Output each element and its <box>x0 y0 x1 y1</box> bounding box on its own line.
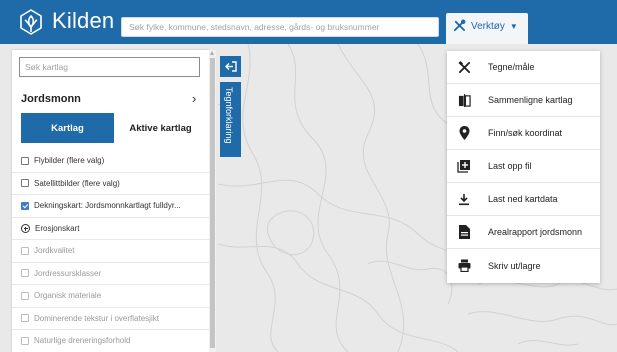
tab-aktive-kartlag[interactable]: Aktive kartlag <box>114 113 207 143</box>
layer-item[interactable]: Satellittbilder (flere valg) <box>12 173 209 195</box>
layer-label: Flybilder (flere valg) <box>34 156 105 166</box>
layer-label: Dominerende tekstur i overflatesjikt <box>34 313 159 323</box>
layer-item[interactable]: Organisk materiale <box>12 285 209 308</box>
menu-item-label: Last ned kartdata <box>488 194 558 204</box>
tools-dropdown-menu: Tegne/måle Sammenligne kartlag Finn/søk … <box>447 51 600 283</box>
checkbox[interactable] <box>21 269 29 278</box>
menu-item-label: Last opp fil <box>488 161 532 171</box>
layer-label: Erosjonskart <box>35 223 80 233</box>
legend-tab[interactable]: Tegnforklaring <box>220 82 241 157</box>
collapse-left-icon <box>224 61 237 72</box>
legend-tab-label: Tegnforklaring <box>224 87 234 144</box>
location-search-input[interactable] <box>121 17 439 37</box>
kilden-logo-icon[interactable] <box>16 7 46 37</box>
layer-group-item[interactable]: Erosjonskart <box>12 218 209 240</box>
expand-plus-icon[interactable] <box>21 223 30 233</box>
layer-item[interactable]: Dekningskart: Jordsmonnkartlagt fulldyr.… <box>12 195 209 218</box>
checkbox-checked[interactable] <box>21 201 29 210</box>
chevron-down-icon: ▼ <box>509 22 518 31</box>
menu-item-label: Tegne/måle <box>488 62 535 72</box>
panel-tabs: Kartlag Aktive kartlag <box>21 113 207 143</box>
category-title[interactable]: Jordsmonn <box>21 93 81 105</box>
layer-label: Naturlige dreneringsforhold <box>34 336 131 346</box>
layer-item[interactable]: Dominerende tekstur i overflatesjikt <box>12 308 209 330</box>
checkbox[interactable] <box>21 336 29 345</box>
layer-panel: Jordsmonn › Kartlag Aktive kartlag Flybi… <box>12 50 209 352</box>
layer-item[interactable]: Jordressursklasser <box>12 263 209 285</box>
tools-icon <box>453 19 466 32</box>
map-pin-icon <box>457 126 471 140</box>
print-icon <box>457 259 471 273</box>
menu-item-label: Finn/søk koordinat <box>488 128 563 138</box>
layer-item[interactable]: Flybilder (flere valg) <box>12 150 209 173</box>
collapse-panel-button[interactable] <box>220 56 241 77</box>
scroll-thumb[interactable] <box>210 58 215 348</box>
checkbox[interactable] <box>21 291 29 300</box>
menu-item-tegne-male[interactable]: Tegne/måle <box>447 51 600 84</box>
layer-label: Jordkvalitet <box>34 246 75 256</box>
draw-measure-icon <box>457 60 471 74</box>
checkbox[interactable] <box>21 179 29 188</box>
checkbox[interactable] <box>21 246 29 255</box>
layer-list: Flybilder (flere valg) Satellittbilder (… <box>12 150 209 352</box>
menu-item-finn-sok-koordinat[interactable]: Finn/søk koordinat <box>447 117 600 150</box>
layer-label: Dekningskart: Jordsmonnkartlagt fulldyr.… <box>34 201 181 211</box>
checkbox[interactable] <box>21 156 29 165</box>
download-icon <box>457 192 471 206</box>
menu-item-label: Skriv ut/lagre <box>488 260 541 271</box>
panel-scrollbar[interactable] <box>209 50 216 352</box>
app-title[interactable]: Kilden <box>52 8 114 34</box>
layer-label: Satellittbilder (flere valg) <box>34 178 120 188</box>
upload-file-icon <box>457 159 471 173</box>
layer-item[interactable]: Naturlige dreneringsforhold <box>12 330 209 352</box>
menu-item-arealrapport-jordsmonn[interactable]: Arealrapport jordsmonn <box>447 216 600 249</box>
menu-item-label: Sammenligne kartlag <box>488 95 573 105</box>
layer-label: Jordressursklasser <box>34 268 102 278</box>
layer-item[interactable]: Jordkvalitet <box>12 240 209 263</box>
checkbox[interactable] <box>21 314 29 323</box>
chevron-right-icon[interactable]: › <box>192 91 196 106</box>
tab-kartlag[interactable]: Kartlag <box>21 113 114 143</box>
layer-label: Organisk materiale <box>34 291 102 301</box>
menu-item-label: Arealrapport jordsmonn <box>488 227 583 237</box>
layer-search-input[interactable] <box>19 57 200 77</box>
report-icon <box>457 225 471 239</box>
scroll-up-arrow-icon[interactable] <box>210 51 214 55</box>
compare-icon <box>457 93 471 107</box>
top-bar: Kilden Verktøy ▼ <box>0 0 617 50</box>
menu-item-last-ned-kartdata[interactable]: Last ned kartdata <box>447 183 600 216</box>
menu-item-sammenligne-kartlag[interactable]: Sammenligne kartlag <box>447 84 600 117</box>
tools-menu-label: Verktøy <box>471 21 505 32</box>
menu-item-last-opp-fil[interactable]: Last opp fil <box>447 150 600 183</box>
menu-item-skriv-ut-lagre[interactable]: Skriv ut/lagre <box>447 249 600 282</box>
